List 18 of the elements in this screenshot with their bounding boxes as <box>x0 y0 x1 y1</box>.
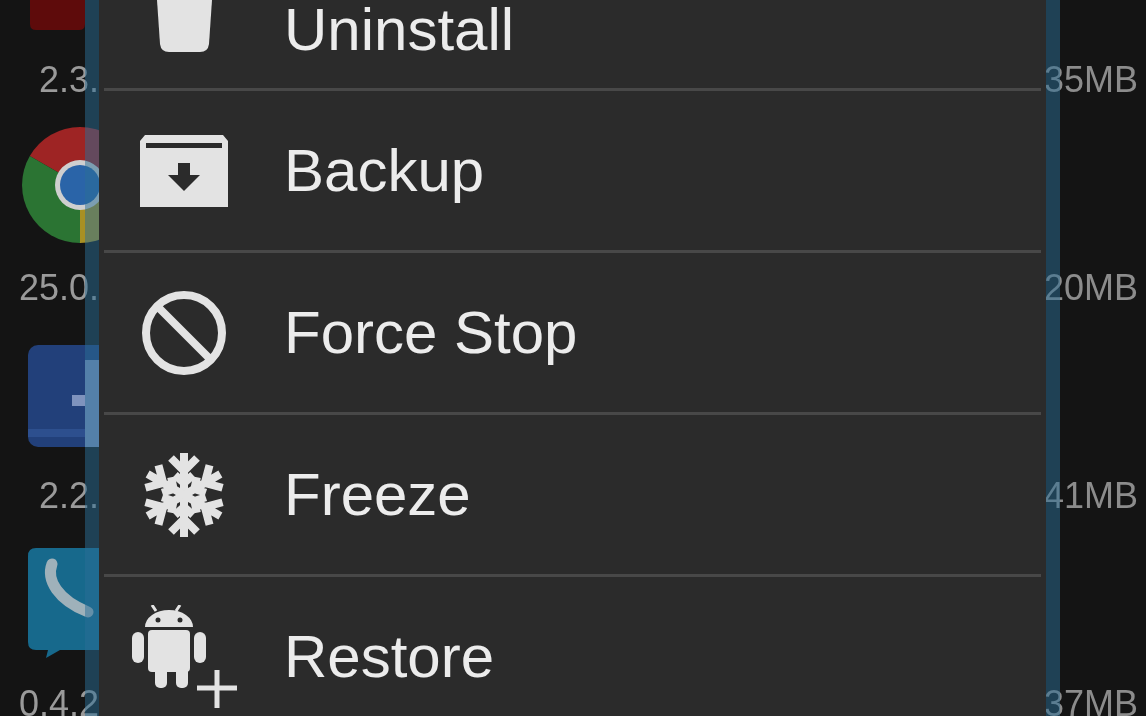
version-text: 25.0. <box>18 270 99 306</box>
app-icon <box>30 0 85 30</box>
android-plus-icon <box>131 605 237 708</box>
block-icon <box>141 289 227 376</box>
menu-item[interactable]: Uninstall <box>99 0 1046 88</box>
app-size-text: 20MB <box>1043 270 1138 306</box>
menu-item[interactable]: Backup <box>99 91 1046 250</box>
version-text: 2.2. <box>38 478 99 514</box>
app-size-text: 41MB <box>1043 478 1138 514</box>
menu-item[interactable]: Freeze <box>99 415 1046 574</box>
version-text: 0.4.2 <box>18 686 99 716</box>
app-size-text: 37MB <box>1043 686 1138 716</box>
app-size-text: 35MB <box>1043 62 1138 98</box>
archive-box-icon <box>140 134 228 207</box>
version-text: 2.3. <box>38 62 99 98</box>
trash-icon <box>156 0 212 52</box>
menu-item[interactable]: Force Stop <box>99 253 1046 412</box>
menu-item[interactable]: Restore <box>99 577 1046 716</box>
